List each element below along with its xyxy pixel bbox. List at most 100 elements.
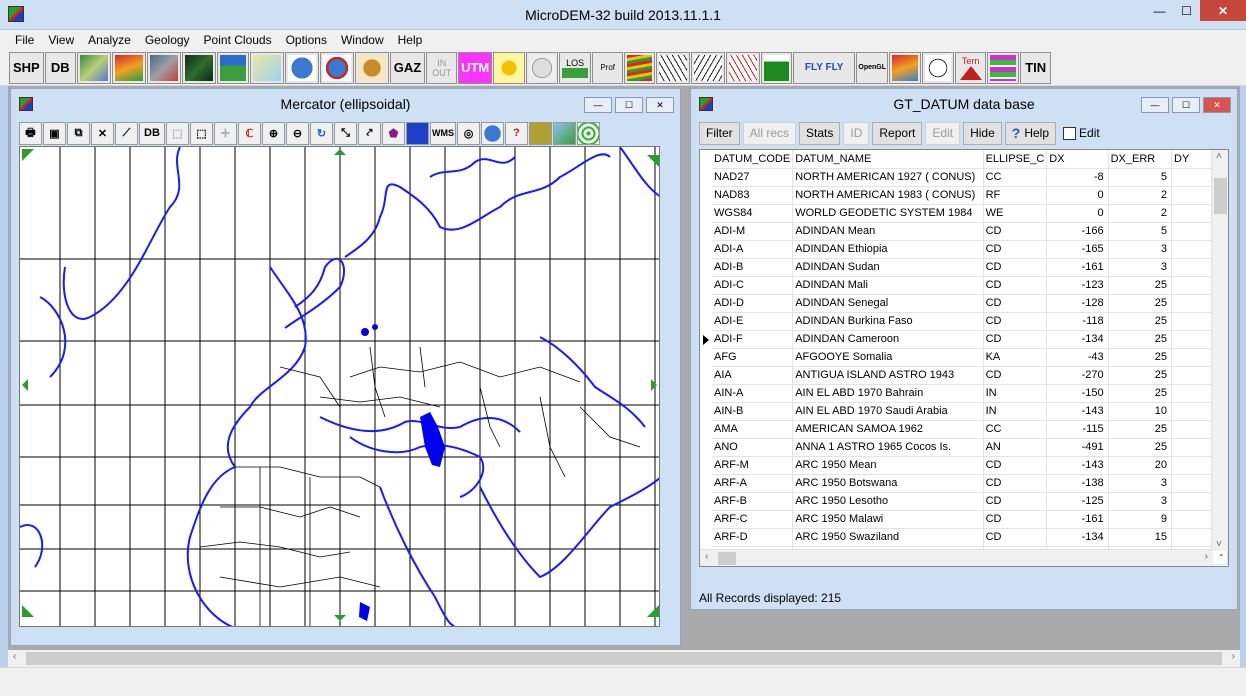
add-point-icon[interactable]: ⤤ [358, 121, 381, 145]
table-row[interactable]: NAD83 NORTH AMERICAN 1983 ( CONUS) RF 0 2 [712, 186, 1228, 205]
lion-icon-button[interactable] [354, 51, 389, 84]
target-icon[interactable]: ◎ [457, 121, 480, 145]
chart-icon[interactable]: ⟋ [115, 121, 138, 145]
table-cell[interactable]: 20 [1108, 456, 1173, 475]
menu-options[interactable]: Options [279, 30, 334, 50]
world-globe-icon-button[interactable] [284, 51, 319, 84]
table-cell[interactable]: 0 [1046, 186, 1109, 205]
los-button[interactable]: LOS [559, 51, 592, 84]
table-row[interactable]: ARF-CARC 1950 MalawiCD-1619- [712, 510, 1228, 529]
column-header[interactable]: ELLIPSE_C [983, 150, 1048, 169]
table-cell[interactable]: 25 [1108, 366, 1173, 385]
table-cell[interactable]: ADINDAN Burkina Faso [792, 312, 984, 331]
table-cell[interactable]: WORLD GEODETIC SYSTEM 1984 [792, 204, 984, 223]
minimize-button[interactable]: — [1146, 0, 1173, 21]
table-cell[interactable]: ARF-M [712, 456, 794, 475]
table-cell[interactable]: -123 [1046, 276, 1109, 295]
image-icon[interactable] [553, 121, 576, 145]
workspace-scroll-right-icon[interactable]: › [1232, 651, 1235, 662]
table-cell[interactable]: CC [983, 168, 1048, 187]
table-cell[interactable]: -165 [1046, 240, 1109, 259]
table-cell[interactable]: -161 [1046, 258, 1109, 277]
table-cell[interactable]: 3 [1108, 240, 1173, 259]
shp-button[interactable]: SHP [9, 51, 44, 84]
table-cell[interactable]: -150 [1046, 384, 1109, 403]
table-cell[interactable]: CD [983, 366, 1048, 385]
table-cell[interactable]: -143 [1046, 456, 1109, 475]
table-cell[interactable]: 10 [1108, 402, 1173, 421]
all-records-button[interactable]: All recs [742, 121, 797, 145]
table-cell[interactable]: 3 [1108, 492, 1173, 511]
table-row[interactable]: WGS84 WORLD GEODETIC SYSTEM 1984 WE 0 2 [712, 204, 1228, 223]
classification-icon-button[interactable] [987, 51, 1020, 84]
tin-button[interactable]: TIN [1020, 51, 1052, 84]
table-cell[interactable]: AN [983, 438, 1048, 457]
db-close-button[interactable]: ✕ [1203, 97, 1231, 113]
grid-vertical-scroll-thumb[interactable] [1214, 178, 1227, 214]
wireframe-3-icon-button[interactable] [726, 51, 761, 84]
table-cell[interactable]: NAD83 [712, 186, 794, 205]
table-cell[interactable]: 25 [1108, 384, 1173, 403]
table-cell[interactable]: -115 [1046, 420, 1109, 439]
grid-horizontal-scroll-thumb[interactable] [718, 552, 736, 565]
table-row[interactable]: AIN-AAIN EL ABD 1970 BahrainIN-15025-2 [712, 384, 1228, 403]
table-cell[interactable]: AIN EL ABD 1970 Bahrain [792, 384, 984, 403]
wireframe-2-icon-button[interactable] [691, 51, 726, 84]
table-row[interactable]: ADI-CADINDAN MaliCD-12325- [712, 276, 1228, 295]
table-cell[interactable]: IN [983, 402, 1048, 421]
copy-map-icon[interactable]: ⧉ [67, 121, 90, 145]
menu-help[interactable]: Help [391, 30, 430, 50]
table-cell[interactable]: AMA [712, 420, 794, 439]
table-cell[interactable]: ARF-B [712, 492, 794, 511]
scroll-left-icon[interactable]: ‹ [705, 551, 708, 562]
table-cell[interactable]: 25 [1108, 438, 1173, 457]
house-icon-button[interactable] [761, 51, 793, 84]
close-button[interactable]: ✕ [1200, 0, 1246, 21]
table-row[interactable]: ADI-EADINDAN Burkina FasoCD-11825- [712, 312, 1228, 331]
save-map-icon[interactable]: ▣ [43, 121, 66, 145]
table-cell[interactable]: CD [983, 294, 1048, 313]
table-row[interactable]: ARF-AARC 1950 BotswanaCD-1383-1 [712, 474, 1228, 493]
terrain-button[interactable]: Tern [955, 51, 987, 84]
table-cell[interactable]: AIN EL ABD 1970 Saudi Arabia [792, 402, 984, 421]
utm-button[interactable]: UTM [458, 51, 493, 84]
edit-button[interactable]: Edit [925, 121, 961, 145]
table-cell[interactable]: CD [983, 258, 1048, 277]
table-cell[interactable]: AIN-B [712, 402, 794, 421]
select-area-icon[interactable]: ⬚ [166, 121, 189, 145]
table-cell[interactable]: AMERICAN SAMOA 1962 [792, 420, 984, 439]
filter-button[interactable]: Filter [699, 121, 740, 145]
table-cell[interactable]: AFGOOYE Somalia [792, 348, 984, 367]
table-cell[interactable]: 2 [1108, 204, 1173, 223]
dem-icon-button[interactable] [76, 51, 111, 84]
table-cell[interactable]: ADINDAN Sudan [792, 258, 984, 277]
print-icon[interactable]: 🖶 [19, 121, 42, 145]
edit-checkbox[interactable]: Edit [1063, 126, 1100, 140]
query-icon[interactable]: ? [505, 121, 528, 145]
table-cell[interactable]: 25 [1108, 294, 1173, 313]
table-cell[interactable]: ADINDAN Mean [792, 222, 984, 241]
table-cell[interactable]: 5 [1108, 222, 1173, 241]
table-cell[interactable]: CC [983, 420, 1048, 439]
table-row[interactable]: ADI-MADINDAN MeanCD-1665- [712, 222, 1228, 241]
table-row[interactable]: ARF-DARC 1950 SwazilandCD-13415-1 [712, 528, 1228, 547]
scroll-down-icon[interactable]: ˅ [1216, 539, 1222, 550]
id-button[interactable]: ID [843, 121, 870, 145]
column-header[interactable]: DATUM_NAME [792, 150, 984, 169]
table-row[interactable]: NAD27NORTH AMERICAN 1927 ( CONUS)CC-8516 [712, 168, 1228, 187]
table-cell[interactable]: CD [983, 474, 1048, 493]
table-cell[interactable]: 3 [1108, 258, 1173, 277]
table-cell[interactable]: WGS84 [712, 204, 794, 223]
table-cell[interactable]: ADINDAN Senegal [792, 294, 984, 313]
table-cell[interactable]: ADI-C [712, 276, 794, 295]
table-cell[interactable]: ANNA 1 ASTRO 1965 Cocos Is. [792, 438, 984, 457]
table-cell[interactable]: 25 [1108, 420, 1173, 439]
table-cell[interactable]: 9 [1108, 510, 1173, 529]
table-cell[interactable]: ADI-B [712, 258, 794, 277]
table-cell[interactable]: -166 [1046, 222, 1109, 241]
table-row[interactable]: ADI-BADINDAN SudanCD-1613- [712, 258, 1228, 277]
table-cell[interactable]: KA [983, 348, 1048, 367]
table-cell[interactable]: ANTIGUA ISLAND ASTRO 1943 [792, 366, 984, 385]
satellite-image-icon-button[interactable] [146, 51, 181, 84]
contour-icon-button[interactable] [624, 51, 656, 84]
